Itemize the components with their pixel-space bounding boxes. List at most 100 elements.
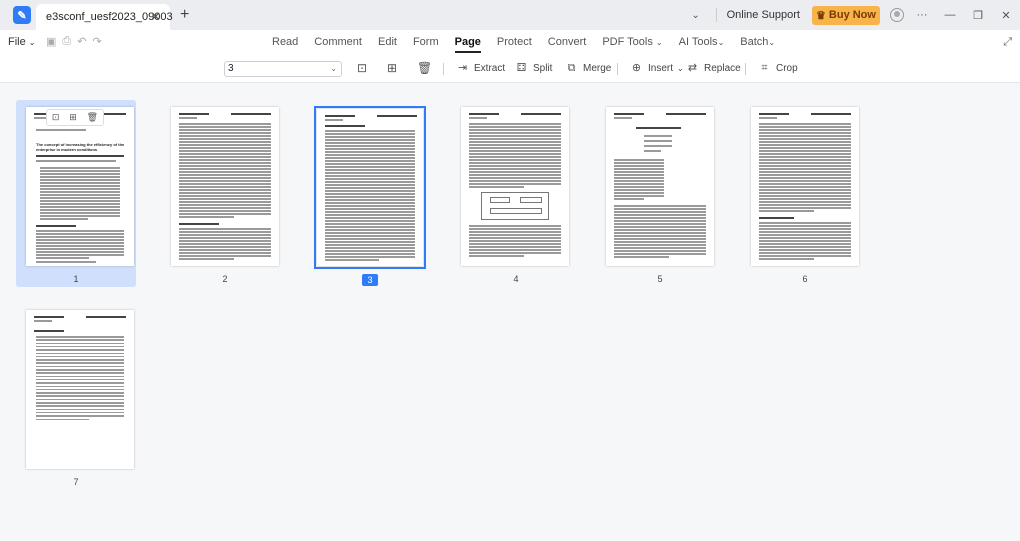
menu-comment[interactable]: Comment	[306, 30, 370, 54]
menu-read[interactable]: Read	[264, 30, 306, 54]
print-icon[interactable]: ⎙	[62, 35, 71, 48]
text-line	[179, 123, 271, 125]
restore-icon[interactable]: ❐	[964, 9, 992, 22]
text-line	[36, 239, 124, 241]
page-thumbnail[interactable]: 3	[310, 100, 430, 287]
menu-convert[interactable]: Convert	[540, 30, 595, 54]
text-line	[759, 192, 851, 194]
redo-icon[interactable]: ↷	[92, 35, 101, 48]
page-number-select[interactable]: 3 ⌄	[224, 61, 342, 77]
text-line	[759, 243, 851, 245]
text-line	[325, 148, 415, 150]
text-line	[614, 256, 670, 258]
text-line	[469, 237, 561, 239]
file-menu-label: File	[8, 36, 26, 48]
page-thumbnail[interactable]: 2	[165, 100, 285, 287]
text-line	[36, 248, 124, 250]
rotate-right-icon[interactable]: ⊞	[385, 61, 399, 75]
more-options-icon[interactable]: ···	[908, 9, 936, 21]
crop-button[interactable]: ⌗ Crop	[758, 62, 797, 75]
text-line	[179, 183, 271, 185]
new-tab-icon[interactable]: +	[180, 6, 189, 24]
text-line	[179, 192, 271, 194]
file-menu[interactable]: File ⌄	[8, 36, 36, 48]
text-line	[179, 177, 271, 179]
text-line	[811, 113, 851, 115]
rotate-left-icon[interactable]: ⊡	[52, 112, 60, 123]
menu-form[interactable]: Form	[405, 30, 447, 54]
text-line	[759, 144, 851, 146]
menu-bar: File ⌄ ▣ ⎙ ↶ ↷ Read Comment Edit Form Pa…	[0, 30, 1020, 54]
delete-icon[interactable]: 🗑	[417, 61, 432, 75]
text-line	[325, 259, 379, 261]
text-line	[759, 228, 851, 230]
text-line	[179, 198, 271, 200]
text-line	[759, 150, 851, 152]
menu-pdf-tools[interactable]: PDF Tools ⌄	[594, 30, 670, 54]
text-line	[40, 200, 120, 202]
text-line	[759, 177, 851, 179]
text-line	[759, 204, 851, 206]
menu-edit[interactable]: Edit	[370, 30, 405, 54]
text-line	[614, 208, 706, 210]
insert-button[interactable]: ⊕ Insert ⌄	[630, 62, 684, 75]
undo-icon[interactable]: ↶	[77, 35, 86, 48]
page-number-value: 3	[228, 63, 234, 74]
merge-icon: ⧉	[567, 62, 576, 74]
text-line	[179, 223, 219, 225]
text-line	[179, 189, 271, 191]
text-line	[36, 336, 124, 338]
page-thumbnail[interactable]: The concept of increasing the efficiency…	[16, 100, 136, 287]
merge-button[interactable]: ⧉ Merge	[565, 62, 612, 75]
text-line	[179, 210, 271, 212]
text-line	[179, 195, 271, 197]
text-line	[179, 234, 271, 236]
text-line	[469, 171, 561, 173]
text-line	[179, 138, 271, 140]
crown-icon: ♛	[816, 9, 826, 22]
page-toolbar: 3 ⌄ ⊡ ⊞ 🗑 ⇥ Extract ⚃ Split ⧉ Merge ⊕ In…	[0, 54, 1020, 83]
text-line	[469, 129, 561, 131]
online-support-link[interactable]: Online Support	[727, 9, 800, 21]
avatar[interactable]	[890, 8, 904, 22]
extract-button[interactable]: ⇥ Extract	[456, 62, 505, 75]
text-line	[759, 252, 851, 254]
text-line	[325, 190, 415, 192]
save-icon[interactable]: ▣	[46, 35, 56, 48]
expand-window-icon[interactable]: ⤢	[1003, 36, 1012, 49]
chevron-down-icon[interactable]: ⌄	[686, 10, 706, 21]
text-line	[469, 123, 561, 125]
text-line	[36, 129, 86, 131]
minimize-icon[interactable]: —	[936, 9, 964, 21]
page-thumbnail[interactable]: 7	[16, 303, 136, 490]
rotate-left-icon[interactable]: ⊡	[355, 61, 369, 75]
menu-ai-tools[interactable]: AI Tools⌄	[671, 30, 733, 54]
rotate-right-icon[interactable]: ⊞	[69, 112, 77, 123]
menu-page[interactable]: Page	[447, 30, 489, 54]
text-line	[36, 369, 124, 371]
text-line	[40, 182, 120, 184]
delete-icon[interactable]: 🗑	[87, 112, 98, 123]
page-thumbnail[interactable]: 4	[456, 100, 576, 287]
close-window-icon[interactable]: ✕	[992, 9, 1020, 22]
replace-button[interactable]: ⇄ Replace	[686, 62, 741, 75]
menu-batch[interactable]: Batch⌄	[732, 30, 783, 54]
text-line	[325, 181, 415, 183]
text-line	[36, 257, 89, 259]
document-tab[interactable]: e3sconf_uesf2023_09003 ✕	[36, 4, 173, 30]
text-line	[34, 320, 52, 322]
text-line	[469, 156, 561, 158]
split-button[interactable]: ⚃ Split	[515, 62, 553, 75]
text-line	[179, 231, 271, 233]
text-line	[179, 147, 271, 149]
text-line	[759, 180, 851, 182]
text-line	[325, 169, 415, 171]
page-thumbnail[interactable]: 6	[745, 100, 865, 287]
text-line	[614, 180, 664, 182]
menu-protect[interactable]: Protect	[489, 30, 540, 54]
page-thumbnail[interactable]: 5	[600, 100, 720, 287]
text-line	[86, 316, 126, 318]
text-line	[469, 165, 561, 167]
close-tab-icon[interactable]: ✕	[150, 9, 161, 25]
buy-now-button[interactable]: ♛ Buy Now	[812, 5, 880, 25]
